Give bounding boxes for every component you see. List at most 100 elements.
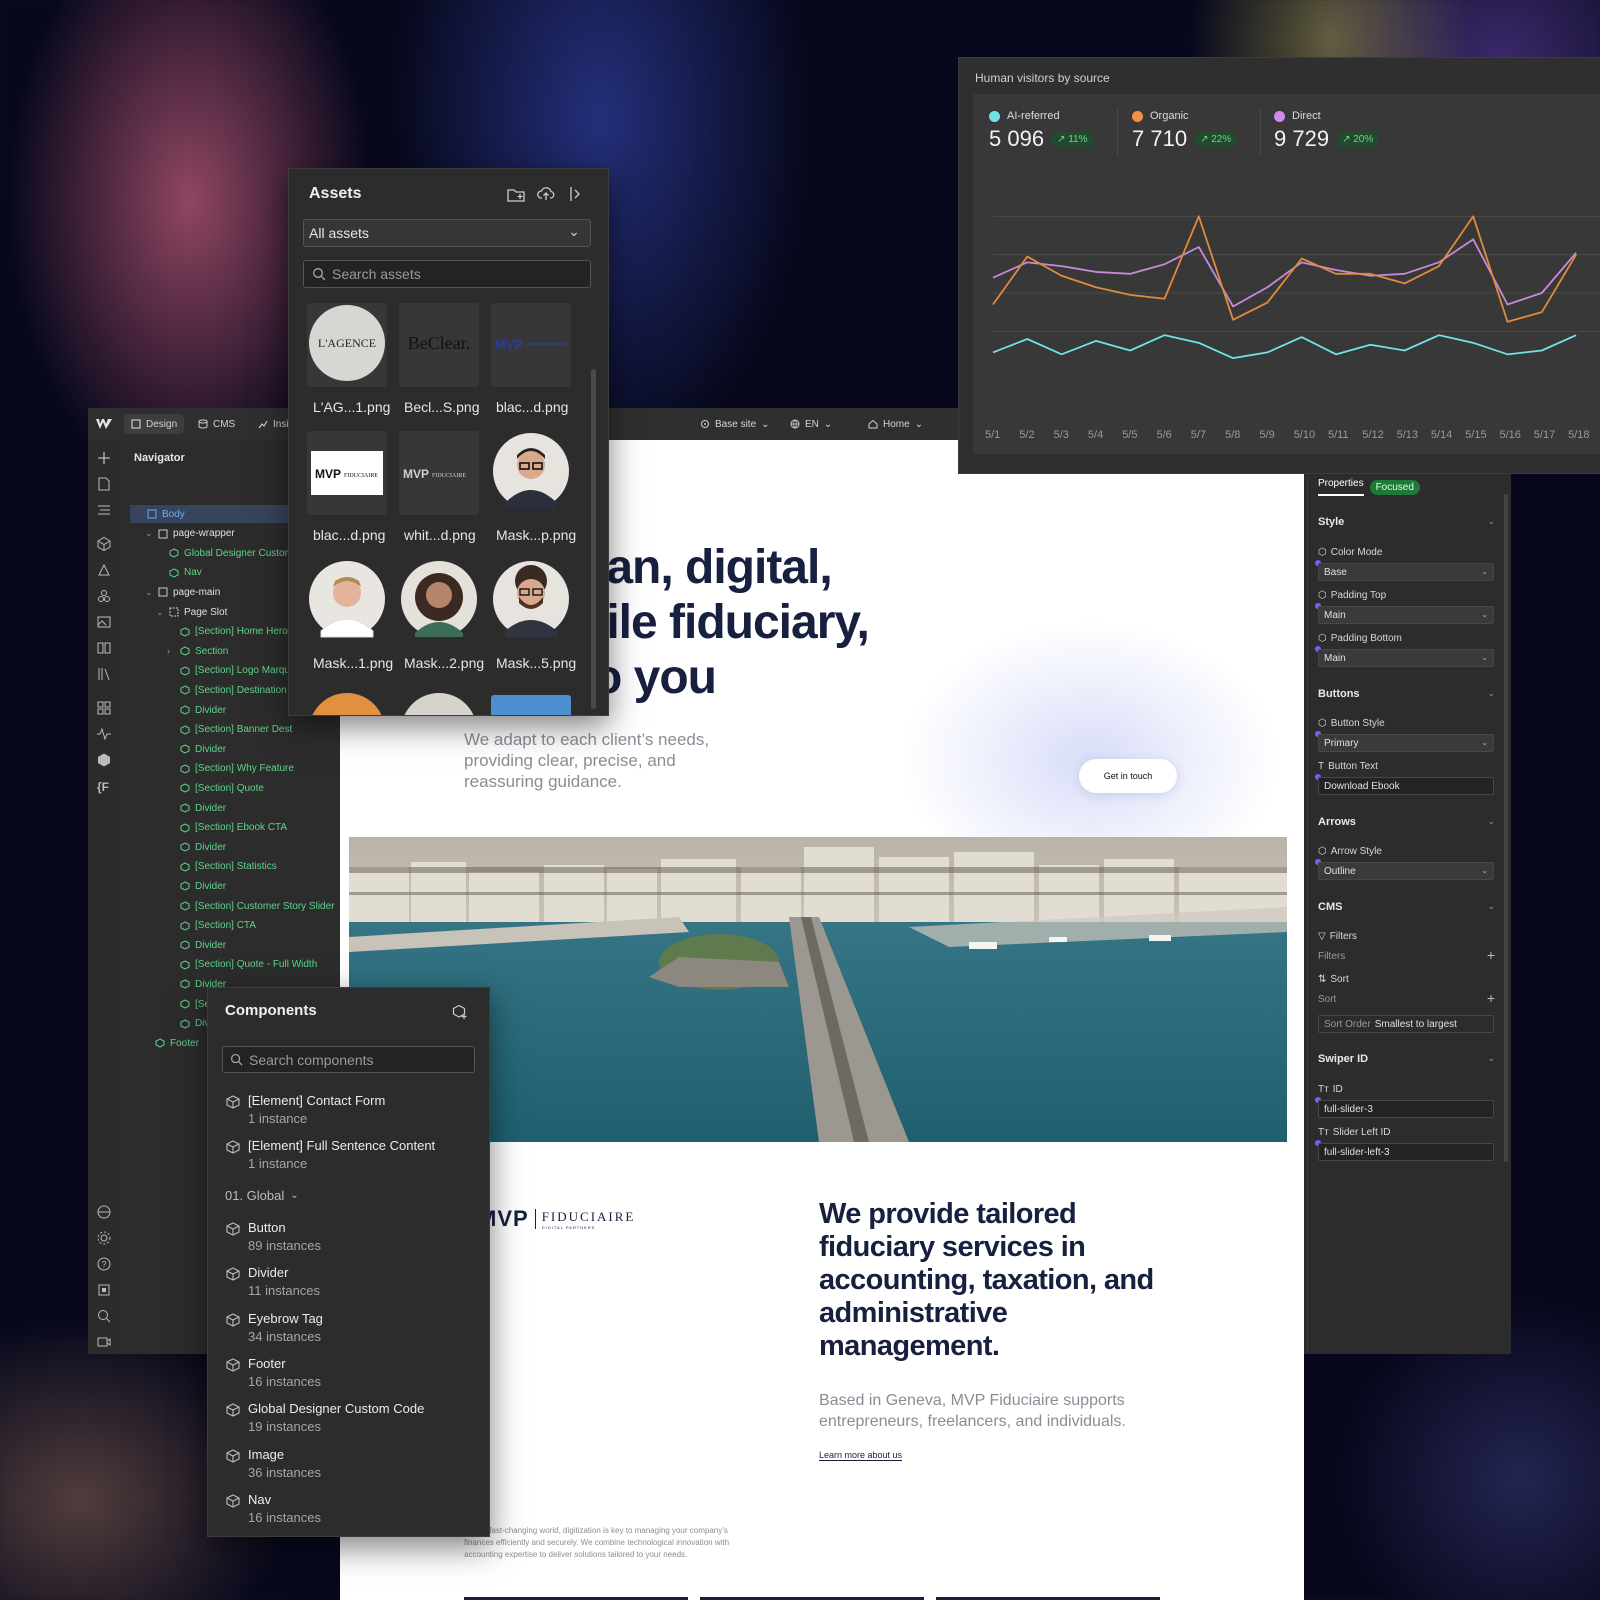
arrow-style-select[interactable]: Outline ⌄ xyxy=(1318,862,1494,880)
asset-thumb-partial[interactable] xyxy=(399,691,479,715)
expand-arrow-icon[interactable]: › xyxy=(167,646,175,656)
upload-icon[interactable] xyxy=(537,186,555,202)
navigator-row[interactable]: ⌄ page-main xyxy=(145,583,220,601)
add-filter-plus-icon[interactable]: + xyxy=(1487,947,1495,963)
section-arrows-title[interactable]: Arrows xyxy=(1318,816,1356,828)
navigator-row[interactable]: [Section] Customer Story Slider xyxy=(167,897,335,915)
navigator-row[interactable]: [Section] Quote - Full Width xyxy=(167,956,317,974)
locale-selector[interactable]: EN ⌄ xyxy=(790,414,832,434)
components-search-input[interactable]: Search components xyxy=(222,1046,475,1073)
navigator-row[interactable]: Divider xyxy=(167,936,226,954)
source-legend[interactable]: Organic xyxy=(1132,110,1189,122)
padding-bottom-select[interactable]: Main ⌄ xyxy=(1318,649,1494,667)
section-buttons-title[interactable]: Buttons xyxy=(1318,688,1360,700)
new-folder-icon[interactable] xyxy=(507,187,525,203)
assets-scrollbar[interactable] xyxy=(591,369,596,709)
asset-thumb[interactable]: L'AGENCE xyxy=(307,303,387,387)
asset-thumb[interactable]: BeClear. xyxy=(399,303,479,387)
section-style-title[interactable]: Style xyxy=(1318,516,1344,528)
tab-insights[interactable]: Insi xyxy=(258,414,289,434)
pages-icon[interactable] xyxy=(96,476,112,492)
color-mode-select[interactable]: Base ⌄ xyxy=(1318,563,1494,581)
source-legend[interactable]: AI-referred xyxy=(989,110,1060,122)
expand-arrow-icon[interactable]: ⌄ xyxy=(156,607,164,618)
help-icon[interactable]: ? xyxy=(96,1256,112,1272)
expand-arrow-icon[interactable]: ⌄ xyxy=(145,587,153,598)
navigator-row[interactable]: [Section] Destination xyxy=(167,681,287,699)
padding-top-select[interactable]: Main ⌄ xyxy=(1318,606,1494,624)
navigator-icon[interactable] xyxy=(96,502,112,518)
navigator-row[interactable]: › Section xyxy=(167,642,228,660)
cms-book-icon[interactable] xyxy=(96,640,112,656)
navigator-row[interactable]: [Section] Home Hero xyxy=(167,623,288,641)
navigator-row[interactable]: [Section] Statistics xyxy=(167,858,277,876)
navigator-row[interactable]: Divider xyxy=(167,838,226,856)
assets-icon[interactable] xyxy=(96,614,112,630)
page-selector[interactable]: Home ⌄ xyxy=(868,414,923,434)
components-icon[interactable] xyxy=(96,536,112,552)
sort-order-field[interactable]: Sort Order Smallest to largest xyxy=(1318,1015,1494,1033)
button-text-input[interactable]: Download Ebook xyxy=(1318,777,1494,795)
navigator-row[interactable]: [Section] Logo Marqu xyxy=(167,662,290,680)
section-cms-title[interactable]: CMS xyxy=(1318,901,1342,913)
navigator-row[interactable]: [Section] Ebook CTA xyxy=(167,819,287,837)
asset-thumb-partial[interactable] xyxy=(307,691,387,715)
asset-thumb[interactable]: MVP xyxy=(491,303,571,387)
navigator-row[interactable]: ⌄ Page Slot xyxy=(156,603,227,621)
add-sort-plus-icon[interactable]: + xyxy=(1487,990,1495,1006)
component-item[interactable]: Footer 16 instances xyxy=(226,1356,476,1396)
styles-icon[interactable] xyxy=(96,588,112,604)
search-icon[interactable] xyxy=(96,1308,112,1324)
component-item[interactable]: Global Designer Custom Code 19 instances xyxy=(226,1401,476,1441)
navigator-row[interactable]: Footer xyxy=(142,1034,199,1052)
slider-left-id-input[interactable]: full-slider-left-3 xyxy=(1318,1143,1494,1161)
globe-icon[interactable] xyxy=(96,1204,112,1220)
swiper-id-input[interactable]: full-slider-3 xyxy=(1318,1100,1494,1118)
component-item[interactable]: Nav 16 instances xyxy=(226,1492,476,1532)
button-style-select[interactable]: Primary ⌄ xyxy=(1318,734,1494,752)
component-item[interactable]: [Element] Contact Form 1 instance xyxy=(226,1093,476,1133)
stop-icon[interactable] xyxy=(96,1282,112,1298)
chevron-down-icon[interactable]: ⌄ xyxy=(1487,688,1495,699)
asset-thumb[interactable] xyxy=(491,431,571,515)
navigator-row[interactable]: Global Designer Custom C xyxy=(156,544,303,562)
video-icon[interactable] xyxy=(96,1334,112,1350)
navigator-row[interactable]: Divider xyxy=(167,740,226,758)
create-component-icon[interactable] xyxy=(452,1004,468,1020)
activity-icon[interactable] xyxy=(96,726,112,742)
section-swiper-title[interactable]: Swiper ID xyxy=(1318,1053,1368,1065)
get-in-touch-button[interactable]: Get in touch xyxy=(1079,759,1177,793)
asset-thumb[interactable]: MVP FIDUCIAIRE xyxy=(307,431,387,515)
navigator-row[interactable]: Divider xyxy=(167,701,226,719)
component-item[interactable]: [Element] Full Sentence Content 1 instanc… xyxy=(226,1138,476,1178)
asset-thumb[interactable] xyxy=(491,559,571,643)
navigator-row[interactable]: Nav xyxy=(156,564,202,582)
site-selector[interactable]: Base site ⌄ xyxy=(700,414,770,434)
navigator-row[interactable]: Body xyxy=(134,505,185,523)
expand-arrow-icon[interactable]: ⌄ xyxy=(145,528,153,539)
apps-icon[interactable] xyxy=(96,700,112,716)
webflow-logo-icon[interactable] xyxy=(96,414,112,434)
assets-filter-select[interactable]: All assets ⌄ xyxy=(303,219,591,247)
asset-thumb[interactable] xyxy=(307,559,387,643)
navigator-row[interactable]: [Section] Banner Dest xyxy=(167,721,292,739)
cube-icon[interactable] xyxy=(96,752,112,768)
navigator-row[interactable]: [Section] Why Feature xyxy=(167,760,294,778)
asset-thumb-partial[interactable] xyxy=(491,695,571,715)
navigator-row[interactable]: Divider xyxy=(167,877,226,895)
asset-thumb[interactable]: MVP FIDUCIAIRE xyxy=(399,431,479,515)
component-item[interactable]: Image 36 instances xyxy=(226,1447,476,1487)
chevron-down-icon[interactable]: ⌄ xyxy=(1487,516,1495,527)
asset-thumb[interactable] xyxy=(399,559,479,643)
properties-scrollbar[interactable] xyxy=(1504,494,1508,1162)
finsweet-icon[interactable]: {F xyxy=(96,778,112,794)
component-item[interactable]: Button 89 instances xyxy=(226,1220,476,1260)
collapse-panel-icon[interactable] xyxy=(569,186,583,202)
variables-icon[interactable] xyxy=(96,562,112,578)
source-legend[interactable]: Direct xyxy=(1274,110,1321,122)
chevron-down-icon[interactable]: ⌄ xyxy=(1487,1053,1495,1064)
tab-properties[interactable]: Properties xyxy=(1318,478,1364,496)
component-item[interactable]: Divider 11 instances xyxy=(226,1265,476,1305)
component-item[interactable]: Eyebrow Tag 34 instances xyxy=(226,1311,476,1351)
group-global-toggle[interactable]: 01. Global ⌄ xyxy=(225,1188,299,1203)
